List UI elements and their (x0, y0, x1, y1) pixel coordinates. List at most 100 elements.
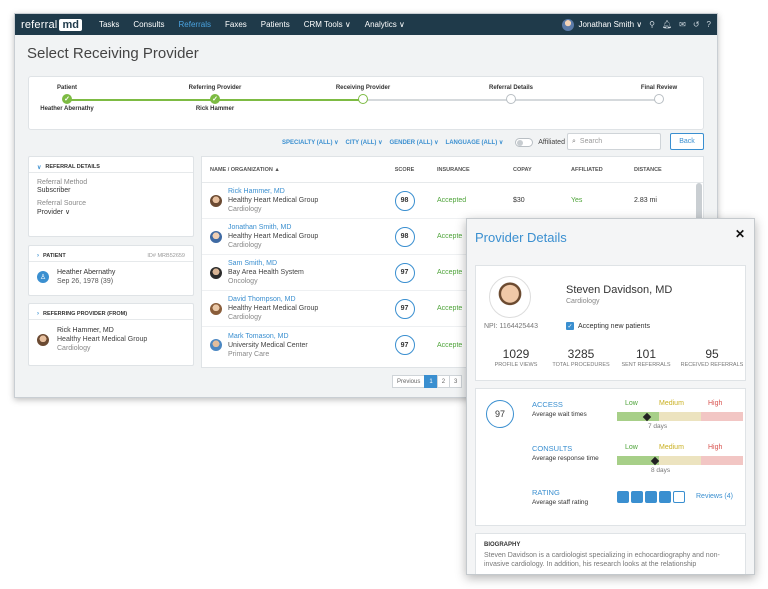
step-sub: Rick Hammer (195, 106, 235, 112)
score-badge: 97 (394, 298, 415, 319)
provider-name-link[interactable]: Rick Hammer, MD (228, 187, 318, 196)
step-label: Patient (56, 85, 77, 91)
nav-consults[interactable]: Consults (133, 20, 164, 29)
step-label: Referral Details (488, 85, 534, 91)
distance-value: 2.83 mi (634, 197, 657, 204)
mail-icon[interactable]: ✉ (679, 20, 686, 29)
nav-patients[interactable]: Patients (261, 20, 290, 29)
insurance-status: Accepted (437, 197, 467, 204)
provider-details-panel: Provider Details ✕ Steven Davidson, MD C… (466, 218, 755, 575)
nav-crm-tools[interactable]: CRM Tools ∨ (304, 20, 351, 29)
consults-title: CONSULTS (532, 444, 573, 453)
provider-name-link[interactable]: David Thompson, MD (228, 295, 318, 304)
provider-name-link[interactable]: Sam Smith, MD (228, 259, 304, 268)
help-icon[interactable]: ? (707, 20, 711, 29)
rating-sub: Average staff rating (532, 499, 589, 506)
logo[interactable]: referral md (21, 18, 82, 31)
referral-method-value: Subscriber (37, 187, 71, 194)
step-patient[interactable]: Patient ✓ Heather Abernathy (17, 85, 117, 112)
logo-text: referral (21, 18, 58, 31)
filter-specialty[interactable]: SPECIALTY (ALL) ∨ (282, 139, 339, 146)
filter-city[interactable]: CITY (ALL) ∨ (346, 139, 383, 146)
history-icon[interactable]: ↺ (693, 20, 700, 29)
location-pin-icon[interactable]: ⚲ (649, 20, 655, 29)
rating-square-empty (673, 491, 685, 503)
level-high-label: High (708, 400, 723, 407)
access-title: ACCESS (532, 400, 563, 409)
provider-name-link[interactable]: Jonathan Smith, MD (228, 223, 318, 232)
wizard-stepper: Patient ✓ Heather Abernathy Referring Pr… (28, 76, 704, 130)
card-header[interactable]: › PATIENT ID# MRB52659 (29, 246, 193, 262)
stat-sent-referrals: 101 SENT REFERRALS (618, 347, 674, 368)
card-header[interactable]: ∨ REFERRAL DETAILS (29, 157, 193, 173)
field-label: Referral Method (37, 179, 88, 186)
nav-right: Jonathan Smith ∨ ⚲ 🔔︎ ✉ ↺ ? (562, 18, 711, 31)
nav-faxes[interactable]: Faxes (225, 20, 247, 29)
col-copay[interactable]: COPAY (513, 167, 571, 173)
step-label: Receiving Provider (335, 85, 391, 91)
provider-org: Healthy Heart Medical Group (228, 305, 319, 312)
top-nav: referral md Tasks Consults Referrals Fax… (15, 14, 717, 35)
affiliated-toggle[interactable] (515, 138, 534, 147)
card-header[interactable]: › REFERRING PROVIDER (FROM) (29, 304, 193, 320)
step-referring-provider[interactable]: Referring Provider ✓ Rick Hammer (165, 85, 265, 112)
page-1-button[interactable]: 1 (424, 375, 438, 388)
provider-org: Bay Area Health System (228, 269, 304, 276)
checkbox-checked-icon[interactable]: ✓ (566, 322, 574, 330)
page-3-button[interactable]: 3 (449, 375, 463, 388)
access-sub: Average wait times (532, 411, 587, 418)
col-insurance[interactable]: INSURANCE (437, 167, 513, 173)
back-button[interactable]: Back (670, 133, 704, 150)
close-icon[interactable]: ✕ (735, 227, 745, 241)
nav-tasks[interactable]: Tasks (99, 20, 119, 29)
score-badge: 98 (394, 190, 415, 211)
stat-number: 1029 (502, 347, 530, 361)
stat-total-procedures: 3285 TOTAL PROCEDURES (550, 347, 612, 368)
provider-specialty: Cardiology (228, 314, 262, 321)
accepting-label: Accepting new patients (578, 322, 650, 330)
filter-bar: SPECIALTY (ALL) ∨ CITY (ALL) ∨ GENDER (A… (282, 138, 565, 147)
stat-number: 101 (635, 347, 657, 361)
bio-text: Steven Davidson is a cardiologist specia… (484, 552, 720, 568)
referral-details-card: ∨ REFERRAL DETAILS Referral Method Subsc… (28, 156, 194, 237)
provider-avatar (489, 276, 531, 318)
previous-page-button[interactable]: Previous (392, 375, 426, 388)
col-score[interactable]: SCORE (372, 167, 437, 173)
referring-provider-card: › REFERRING PROVIDER (FROM) Rick Hammer,… (28, 303, 194, 366)
filter-language[interactable]: LANGUAGE (ALL) ∨ (446, 139, 504, 146)
col-affiliated[interactable]: AFFILIATED (571, 167, 634, 173)
bell-icon[interactable]: 🔔︎ (662, 20, 672, 29)
table-row[interactable]: Rick Hammer, MD Healthy Heart Medical Gro… (202, 183, 703, 219)
page-2-button[interactable]: 2 (436, 375, 451, 388)
stat-label: TOTAL PROCEDURES (552, 362, 610, 368)
score-badge: 98 (394, 226, 415, 247)
step-referral-details[interactable]: Referral Details (461, 85, 561, 104)
user-avatar[interactable] (562, 18, 575, 31)
stat-label: SENT REFERRALS (621, 362, 671, 368)
referring-provider-org: Healthy Heart Medical Group (57, 336, 148, 343)
score-badge: 97 (394, 262, 415, 283)
provider-name-link[interactable]: Mark Tomason, MD (228, 332, 308, 341)
user-menu[interactable]: Jonathan Smith ∨ (578, 20, 642, 29)
consults-days: 8 days (651, 467, 671, 474)
stat-profile-views: 1029 PROFILE VIEWS (490, 347, 542, 368)
step-final-review[interactable]: Final Review (609, 85, 709, 104)
rating-square-filled (617, 491, 629, 503)
bio-header: BIOGRAPHY (484, 542, 521, 548)
step-receiving-provider[interactable]: Receiving Provider (313, 85, 413, 104)
col-name[interactable]: NAME / ORGANIZATION ▲ (202, 167, 372, 173)
patient-card: › PATIENT ID# MRB52659 ♙ Heather Abernath… (28, 245, 194, 296)
filter-gender[interactable]: GENDER (ALL) ∨ (389, 139, 438, 146)
provider-specialty: Oncology (228, 278, 258, 285)
consults-level-bar (617, 456, 743, 465)
rating-squares (617, 491, 687, 503)
table-header: NAME / ORGANIZATION ▲ SCORE INSURANCE CO… (202, 157, 703, 183)
nav-referrals[interactable]: Referrals (179, 20, 211, 29)
step-label: Referring Provider (188, 85, 242, 91)
pagination: Previous 1 2 3 (392, 375, 463, 388)
referral-source-select[interactable]: Provider ∨ (37, 208, 193, 216)
nav-analytics[interactable]: Analytics ∨ (365, 20, 405, 29)
reviews-link[interactable]: Reviews (4) (696, 493, 733, 500)
col-distance[interactable]: DISTANCE (634, 167, 694, 173)
search-input[interactable]: ⌕ Search (567, 133, 661, 150)
